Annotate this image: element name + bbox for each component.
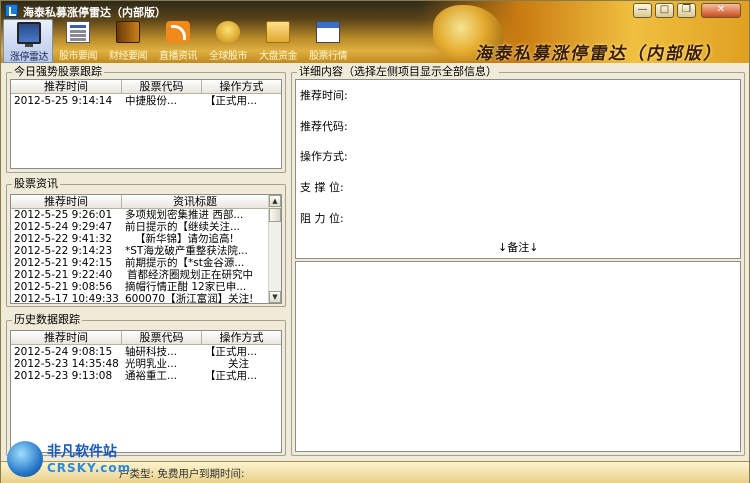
cell-time: 2012-5-25 9:14:14 [14,95,113,107]
cell-action: 【正式用... [205,95,258,107]
column-header-action[interactable]: 操作方式 [202,80,281,94]
cell-time: 2012-5-17 10:49:33 [14,293,119,304]
book-icon [116,21,140,43]
list-header: 推荐时间 股票代码 操作方式 [11,331,281,345]
cell-headline: 600070【浙江富润】关注! [125,293,254,304]
today-stocks-list[interactable]: 推荐时间 股票代码 操作方式 2012-5-25 9:14:14 中捷股份...… [10,79,282,169]
group-title: 股票资讯 [12,177,60,191]
toolbar-label: 直播资讯 [159,51,198,61]
list-header: 推荐时间 资讯标题 [11,195,281,209]
cell-time: 2012-5-23 9:13:08 [14,370,113,382]
monitor-icon [17,22,41,47]
stock-news-group: 股票资讯 推荐时间 资讯标题 2012-5-25 9:26:01 多项规划密集推… [6,177,286,307]
cell-code: 通裕重工... [125,370,178,382]
toolbar-global-markets[interactable]: 全球股市 [203,19,253,63]
window-title: 海泰私募涨停雷达（内部版） [23,6,166,19]
toolbar-market-funds[interactable]: 大盘资金 [253,19,303,63]
news-list[interactable]: 推荐时间 资讯标题 2012-5-25 9:26:01 多项规划密集推进 西部.… [10,194,282,304]
minimize-button[interactable]: — [633,3,652,18]
group-title: 历史数据跟踪 [12,313,82,327]
cell-code: 中捷股份... [125,95,178,107]
history-tracking-group: 历史数据跟踪 推荐时间 股票代码 操作方式 2012-5-24 9:08:15 … [6,313,286,456]
group-title: 详细内容（选择左侧项目显示全部信息） [297,65,499,79]
watermark-text: 非凡软件站 [47,444,117,460]
watermark-logo-icon [7,441,43,477]
app-icon [5,4,18,17]
toolbar-label: 涨停雷达 [10,52,49,62]
cell-action: 【正式用... [205,370,258,382]
group-title: 今日强势股票跟踪 [12,65,104,79]
toolbar-market-news[interactable]: 股市要闻 [53,19,103,63]
watermark-url: CRSKY.com [47,461,132,475]
field-recommend-time: 推荐时间: [300,89,348,102]
close-button[interactable]: ✕ [701,3,741,18]
calendar-icon [316,21,340,43]
rss-icon [166,21,190,43]
newspaper-icon [66,21,90,43]
list-header: 推荐时间 股票代码 操作方式 [11,80,281,94]
column-header-time[interactable]: 推荐时间 [11,331,122,345]
folder-icon [266,21,290,43]
toolbar-label: 大盘资金 [259,51,298,61]
toolbar-stock-quotes[interactable]: 股票行情 [303,19,353,63]
maximize-button[interactable]: □ [655,3,674,18]
title-bar[interactable]: 海泰私募涨停雷达（内部版） — □ ❐ ✕ [1,1,749,20]
note-label: ↓备注↓ [498,241,539,254]
scroll-up-icon[interactable]: ▲ [269,195,281,207]
toolbar-label: 股市要闻 [59,51,98,61]
history-list[interactable]: 推荐时间 股票代码 操作方式 2012-5-24 9:08:15 轴研科技...… [10,330,282,453]
list-item[interactable]: 2012-5-17 10:49:33 600070【浙江富润】关注! [11,293,281,304]
column-header-action[interactable]: 操作方式 [202,331,281,345]
column-header-title[interactable]: 资讯标题 [122,195,269,209]
status-expire: 到期时间: [199,468,245,480]
detail-fields: 推荐时间: 推荐代码: 操作方式: 支 撑 位: 阻 力 位: ↓备注↓ [295,79,741,259]
news-scrollbar[interactable]: ▲ ▼ [268,195,281,303]
toolbar-finance-news[interactable]: 财经要闻 [103,19,153,63]
table-row[interactable]: 2012-5-23 9:13:08 通裕重工... 【正式用... [11,370,281,383]
column-header-code[interactable]: 股票代码 [122,80,202,94]
app-window: 海泰私募涨停雷达（内部版） 海泰私募涨停雷达（内部版） — □ ❐ ✕ 涨停雷达… [0,0,750,483]
detail-group: 详细内容（选择左侧项目显示全部信息） 推荐时间: 推荐代码: 操作方式: 支 撑… [291,65,745,456]
toolbar-limitup-radar[interactable]: 涨停雷达 [3,19,53,63]
toolbar-label: 全球股市 [209,51,248,61]
column-header-time[interactable]: 推荐时间 [11,195,122,209]
header-banner: 海泰私募涨停雷达（内部版） 海泰私募涨停雷达（内部版） — □ ❐ ✕ 涨停雷达… [1,1,749,63]
scroll-thumb[interactable] [269,208,281,222]
field-support: 支 撑 位: [300,181,344,194]
today-strong-stocks-group: 今日强势股票跟踪 推荐时间 股票代码 操作方式 2012-5-25 9:14:1… [6,65,286,173]
field-operation: 操作方式: [300,150,348,163]
watermark: 非凡软件站 CRSKY.com [3,437,133,483]
toolbar-label: 股票行情 [309,51,348,61]
toolbar-label: 财经要闻 [109,51,148,61]
banner-title: 海泰私募涨停雷达（内部版） [474,44,726,61]
note-textarea[interactable] [295,261,741,452]
toolbar: 涨停雷达 股市要闻 财经要闻 直播资讯 全球股市 大盘资金 股票行情 [3,19,353,63]
field-recommend-code: 推荐代码: [300,120,348,133]
restore-button[interactable]: ❐ [677,3,696,18]
scroll-down-icon[interactable]: ▼ [269,291,281,303]
column-header-time[interactable]: 推荐时间 [11,80,122,94]
field-resistance: 阻 力 位: [300,212,344,225]
column-header-code[interactable]: 股票代码 [122,331,202,345]
toolbar-live-news[interactable]: 直播资讯 [153,19,203,63]
coins-icon [216,21,240,43]
table-row[interactable]: 2012-5-25 9:14:14 中捷股份... 【正式用... [11,95,281,108]
